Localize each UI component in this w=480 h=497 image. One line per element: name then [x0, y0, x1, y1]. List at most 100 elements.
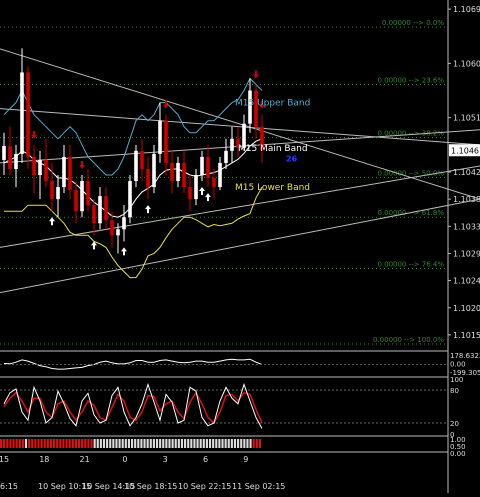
trend-line	[0, 165, 480, 248]
heat-bar-cell	[31, 439, 34, 448]
heat-bar-cell	[96, 439, 99, 448]
upper-band-line	[3, 77, 263, 176]
heat-bar-cell	[152, 439, 155, 448]
candle-body	[200, 156, 204, 175]
candle-body	[176, 162, 180, 182]
heat-bar-cell	[40, 439, 43, 448]
candle-body	[20, 72, 24, 154]
stoch-signal-line	[3, 391, 263, 425]
heat-bar-cell	[56, 439, 59, 448]
heat-bar-cell	[246, 439, 249, 448]
fib-level-label: 0.00000 --> 76.4%	[377, 261, 444, 269]
fib-level-label: 0.00000 --> 100.0%	[373, 336, 444, 344]
heat-bar-cell	[143, 439, 146, 448]
candle-body	[80, 181, 84, 212]
buy-arrow-icon	[199, 187, 205, 196]
heat-bar-cell	[168, 439, 171, 448]
heat-bar-cell	[0, 439, 3, 448]
candle-body	[98, 196, 102, 224]
heat-bar-cell	[196, 439, 199, 448]
heat-bar-cell	[3, 439, 6, 448]
heat-bar-cell	[65, 439, 68, 448]
heat-bar-cell	[146, 439, 149, 448]
current-price-label: 1.10461	[451, 146, 480, 155]
candle-body	[86, 181, 90, 206]
heat-bar-cell	[187, 439, 190, 448]
buy-arrow-icon	[145, 205, 151, 214]
price-tick-label: 1.10290	[453, 249, 480, 258]
heat-bar-cell	[53, 439, 56, 448]
heat-bar-cell	[81, 439, 84, 448]
date-label: 10 Sep 22:15	[178, 482, 231, 491]
heat-bar-cell	[230, 439, 233, 448]
heat-bar-cell	[240, 439, 243, 448]
heat-bar-cell	[59, 439, 62, 448]
lower-band-line	[4, 186, 263, 279]
heat-bar-cell	[15, 439, 18, 448]
heat-bar-cell	[184, 439, 187, 448]
heat-bar-cell	[46, 439, 49, 448]
trend-line	[0, 198, 480, 294]
buy-arrow-icon	[121, 247, 127, 256]
date-label: 6:15	[0, 482, 18, 491]
heat-bar-cell	[18, 439, 21, 448]
heat-bar-cell	[68, 439, 71, 448]
heat-bar-cell	[137, 439, 140, 448]
price-tick-label: 1.10695	[453, 5, 480, 14]
candle-body	[74, 190, 78, 212]
hour-label: 21	[80, 455, 90, 464]
fib-level-label: 0.00000 --> 23.6%	[377, 76, 444, 84]
blue-tag-label: 26	[286, 155, 298, 164]
heat-bar-cell	[62, 439, 65, 448]
candle-body	[50, 181, 54, 200]
heat-bar-cell	[77, 439, 81, 448]
heat-bar-cell	[199, 439, 202, 448]
heat-bar-cell	[74, 439, 77, 448]
candle-body	[230, 138, 234, 151]
heat-bar-cell	[171, 439, 174, 448]
heat-bar-cell	[43, 439, 46, 448]
price-tick-label: 1.10200	[453, 304, 480, 313]
price-tick-label: 1.10335	[453, 222, 480, 231]
price-tick-label: 1.10425	[453, 168, 480, 177]
candle-body	[68, 156, 72, 191]
heat-bar-cell	[99, 439, 102, 448]
heat-bar-cell	[106, 439, 109, 448]
heat-bar-cell	[221, 439, 224, 448]
heat-bar-cell	[190, 439, 193, 448]
candle-body	[188, 187, 192, 200]
heat-bar-cell	[255, 439, 258, 448]
heat-bar-cell	[49, 439, 53, 448]
stoch-axis-label: 100	[450, 376, 463, 384]
candle-body	[26, 72, 30, 157]
candle-body	[92, 205, 96, 224]
heat-bar-cell	[87, 439, 90, 448]
date-label: 11 Sep 02:15	[232, 482, 285, 491]
main-band-label: M15 Main Band	[238, 144, 308, 154]
candle-body	[146, 168, 150, 188]
candle-body	[14, 153, 18, 169]
candle-body	[206, 156, 210, 179]
candle-body	[158, 120, 162, 154]
candle-body	[140, 150, 144, 169]
candle-body	[62, 156, 66, 188]
heat-bar-cell	[28, 439, 31, 448]
candle-body	[116, 229, 120, 236]
candle-body	[224, 150, 228, 163]
heat-bar-cell	[115, 439, 118, 448]
candle-body	[170, 162, 174, 182]
hour-label: 18	[39, 455, 49, 464]
heat-axis-label: 0.00	[450, 450, 466, 458]
sell-arrow-icon	[79, 161, 85, 169]
candle-body	[254, 90, 258, 127]
heat-bar-cell	[71, 439, 74, 448]
hour-label: 15	[0, 455, 9, 464]
heat-bar-cell	[149, 439, 152, 448]
heat-bar-cell	[109, 439, 112, 448]
candle-body	[104, 196, 108, 221]
heat-bar-cell	[127, 439, 130, 448]
fib-level-label: 0.00000 --> 61.8%	[377, 209, 444, 217]
price-tick-label: 1.10515	[453, 114, 480, 123]
heat-bar-cell	[102, 439, 106, 448]
heat-bar-cell	[205, 439, 208, 448]
